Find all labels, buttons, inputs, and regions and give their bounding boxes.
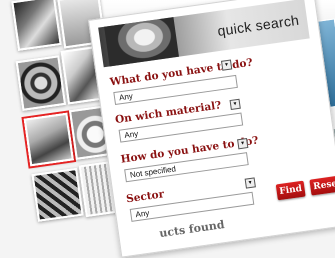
dropdown-arrow-icon[interactable]: ▾ (220, 59, 233, 71)
results-count: ucts found (158, 218, 226, 241)
find-button[interactable]: Find (275, 180, 306, 201)
quick-search-panel: quick search What do you have to do? Any… (88, 0, 335, 258)
select-value: Any (134, 208, 150, 220)
thumbnail-image[interactable] (15, 55, 67, 111)
thumbnail-image[interactable] (31, 167, 84, 222)
thumbnail-image[interactable] (23, 112, 74, 167)
panel-title: quick search (216, 11, 301, 39)
field-label-sector: Sector (125, 188, 165, 206)
reset-button[interactable]: Reset (309, 175, 335, 196)
thumbnail-image[interactable] (11, 0, 62, 51)
select-value: Not specified (129, 164, 177, 180)
select-value: Any (118, 91, 134, 103)
select-value: Any (123, 129, 139, 141)
dropdown-arrow-icon[interactable]: ▾ (237, 138, 249, 150)
header-photo (103, 13, 180, 68)
dropdown-arrow-icon[interactable]: ▾ (229, 98, 241, 110)
dropdown-arrow-icon[interactable]: ▾ (244, 177, 256, 189)
